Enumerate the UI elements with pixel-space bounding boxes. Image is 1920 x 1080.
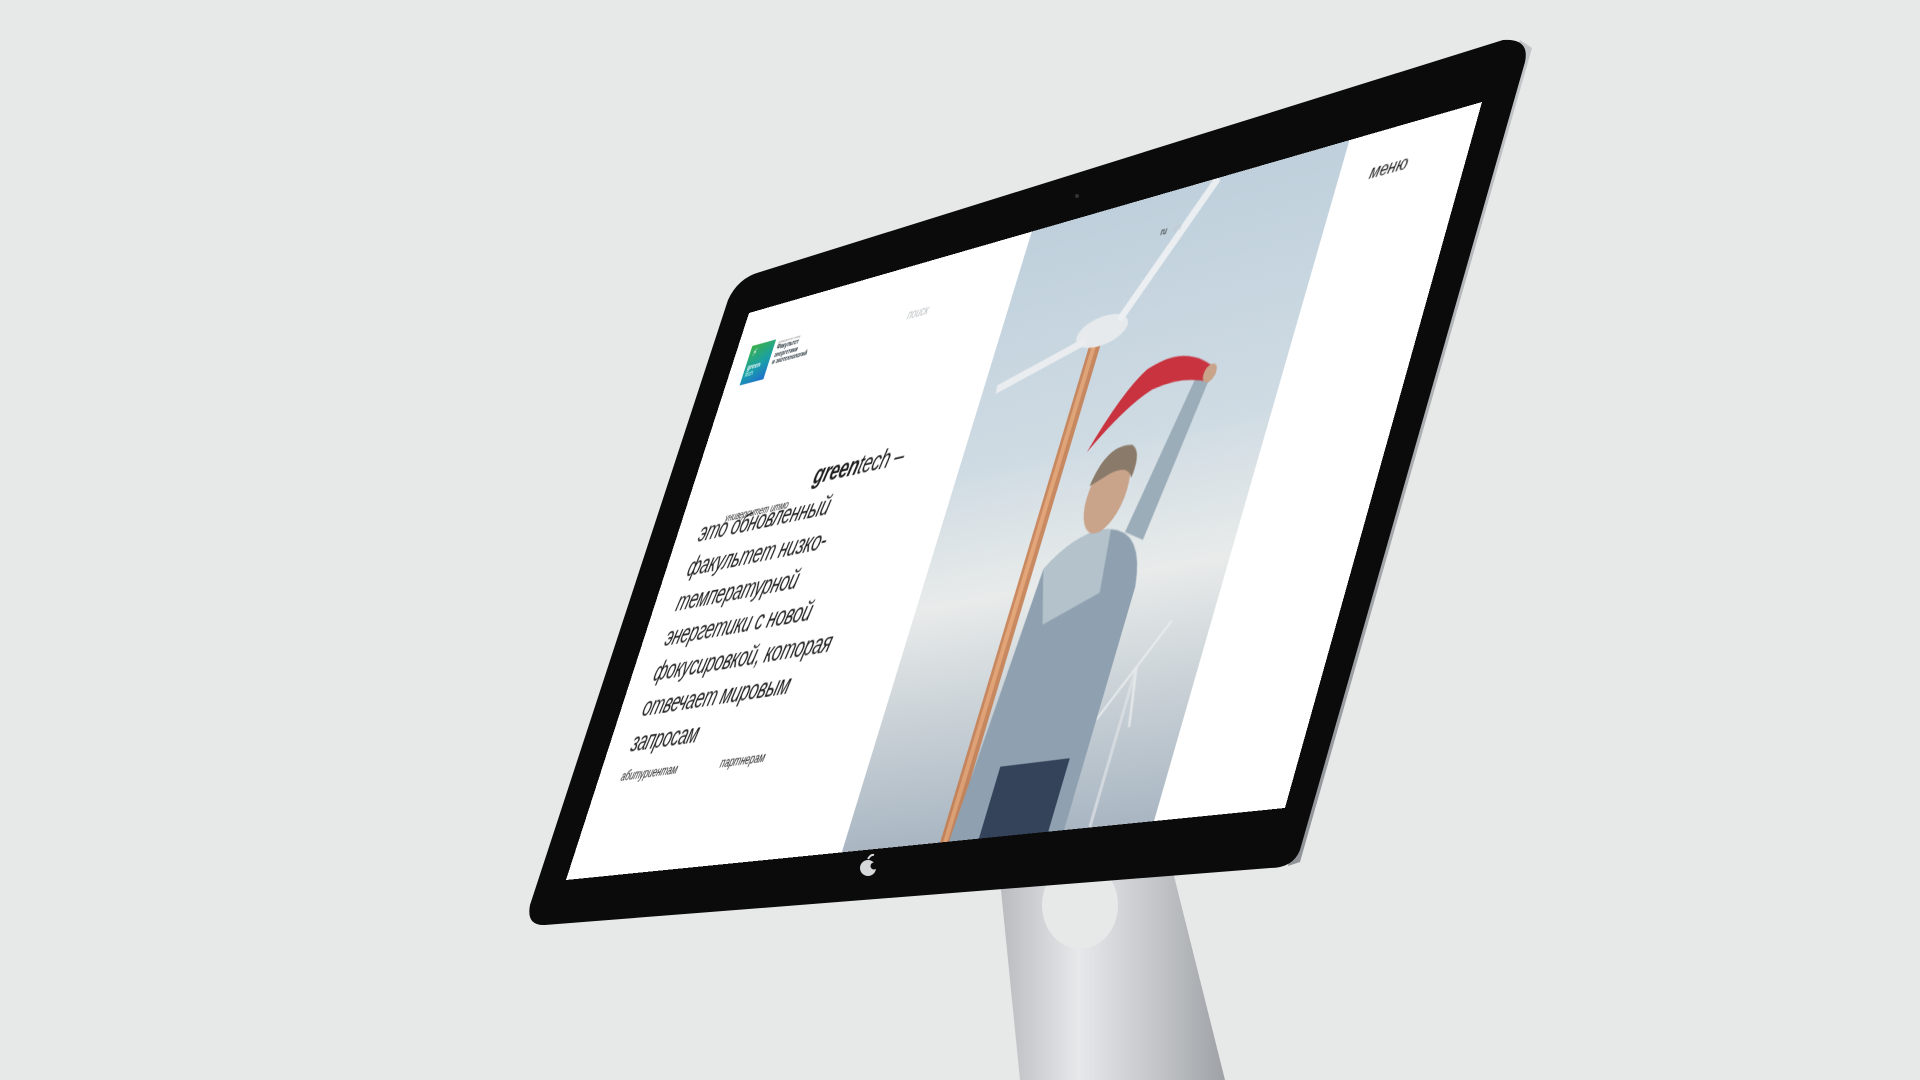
logo-mark: ⚡ green tech — [739, 339, 777, 386]
mockup-stage: ⚡ green tech университет итмо Факультет … — [0, 0, 1920, 1080]
bolt-icon: ⚡ — [750, 346, 759, 359]
logo-text: университет итмо Факультет энергетики и … — [771, 329, 815, 367]
partners-link[interactable]: партнерам — [718, 749, 768, 771]
logo-mark-word-2: tech — [743, 369, 754, 379]
camera-dot — [1075, 194, 1079, 198]
person-figure — [948, 370, 1213, 842]
headline-brand-bold: green — [809, 448, 865, 491]
menu-button[interactable]: меню — [1367, 151, 1411, 185]
site-logo[interactable]: ⚡ green tech университет итмо Факультет … — [739, 329, 815, 386]
applicants-link[interactable]: абитуриентам — [619, 761, 680, 784]
search-link[interactable]: поиск — [905, 302, 930, 322]
